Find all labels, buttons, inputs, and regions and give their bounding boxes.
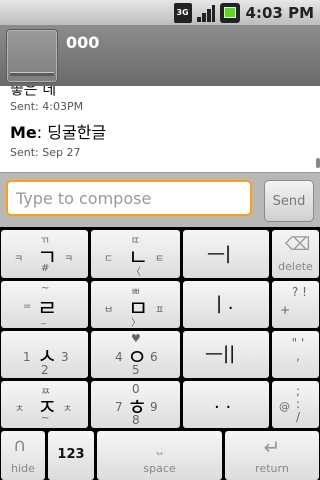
message-list[interactable]: 좋은 데 Sent: 4:03PM Me: 딩굴한글 Sent: Sep 27 (0, 86, 320, 172)
delete-label: delete (278, 260, 313, 273)
key-vowel-eu-ii[interactable]: —|| (183, 331, 269, 378)
key-space[interactable]: ⎵ space (97, 431, 222, 480)
return-label: return (255, 462, 289, 475)
hide-icon: ∩ (13, 435, 27, 456)
key-left: ㅊ (15, 404, 25, 415)
key-left: = (23, 301, 32, 312)
key-delete[interactable]: ⌫ delete (272, 230, 319, 278)
key-bottom: ~ (41, 413, 50, 424)
key-hieut[interactable]: 0 7 ㅎ 9 8 (91, 381, 180, 428)
conversation-header: 000 (0, 25, 320, 86)
key-nieun[interactable]: ㄸ ㄷ ㄴ ㅌ 〈 (91, 230, 180, 278)
key-right: 6 (150, 350, 158, 364)
key-left: 1 (23, 350, 31, 364)
key-ieung[interactable]: ♥ 4 ㅇ 6 5 (91, 331, 180, 378)
key-right: 9 (150, 400, 158, 414)
key-punct-question[interactable]: ? ! + (272, 281, 319, 328)
hide-label: hide (11, 462, 35, 475)
key-bottom: 〈 (131, 267, 141, 278)
key-main: ; : / (296, 384, 301, 424)
send-button[interactable]: Send (264, 180, 314, 222)
key-left: 7 (115, 400, 123, 414)
battery-icon (219, 2, 240, 23)
key-giyeok[interactable]: ㄲ ㅋ ㄱ ㅋ # (1, 230, 88, 278)
signal-icon (196, 3, 216, 23)
key-right: ㅌ (155, 254, 165, 265)
key-vowel-i-dot[interactable]: | . (183, 281, 269, 328)
key-vowel-eu-i[interactable]: —| (183, 230, 269, 278)
key-bottom: # (41, 263, 50, 274)
key-punct-quote[interactable]: " ' , (272, 331, 319, 378)
message-sender: Me (10, 123, 37, 142)
key-123[interactable]: 123 (48, 431, 94, 480)
key-right: ㅊ (63, 404, 73, 415)
key-bottom: 5 (132, 363, 140, 377)
space-label: space (143, 462, 176, 475)
contact-avatar[interactable] (6, 29, 58, 83)
key-left: ㅋ (14, 254, 24, 265)
message-text: 좋은 데 (10, 86, 57, 98)
keyboard: ㄲ ㅋ ㄱ ㅋ # ㄸ ㄷ ㄴ ㅌ 〈 —| ⌫ delete ~ = ㄹ _ … (0, 228, 320, 480)
3g-icon: 3G (173, 2, 192, 23)
key-left: @ (279, 400, 290, 413)
key-main: —|| (205, 343, 236, 364)
message-item[interactable]: Me: 딩굴한글 (10, 119, 106, 143)
key-right: ㅍ (155, 305, 165, 316)
num-label: 123 (57, 447, 85, 462)
contact-name: 000 (66, 33, 100, 52)
key-main: —| (207, 243, 232, 264)
key-main: " ' , (291, 336, 305, 363)
key-left: ㅂ (104, 305, 114, 316)
key-left: ㄷ (104, 254, 114, 265)
key-rieul[interactable]: ~ = ㄹ _ (1, 281, 88, 328)
key-hide[interactable]: ∩ hide (1, 431, 45, 480)
key-right: 3 (61, 350, 69, 364)
key-left: 4 (115, 350, 123, 364)
sender-colon: : (36, 123, 48, 142)
key-vowel-dots[interactable]: . . (183, 381, 269, 428)
key-bottom: 〉 (131, 318, 141, 328)
key-siot[interactable]: 1 ㅅ 3 2 (1, 331, 88, 378)
key-bottom: 2 (41, 363, 49, 377)
message-text: 딩굴한글 (47, 123, 107, 142)
status-bar: 3G 4:03 PM (0, 0, 320, 25)
key-jieut[interactable]: ㅉ ㅊ ㅈ ㅊ ~ (1, 381, 88, 428)
key-right: ㅋ (64, 254, 74, 265)
compose-bar: Type to compose Send (0, 172, 320, 227)
key-punct-slash[interactable]: ; : / @ (272, 381, 319, 428)
delete-icon: ⌫ (285, 234, 311, 255)
message-timestamp: Sent: 4:03PM (10, 100, 84, 113)
message-timestamp: Sent: Sep 27 (10, 146, 81, 159)
key-mieum[interactable]: ㅃ ㅂ ㅁ ㅍ 〉 (91, 281, 180, 328)
key-main: ? ! (292, 285, 307, 299)
key-bottom: _ (41, 314, 46, 325)
key-left: + (280, 303, 291, 317)
space-icon: ⎵ (156, 439, 163, 455)
key-bottom: 8 (132, 413, 140, 427)
key-main: . . (214, 392, 232, 413)
scrollbar[interactable] (316, 158, 320, 168)
key-main: | . (216, 293, 234, 314)
compose-input[interactable]: Type to compose (6, 180, 252, 216)
key-return[interactable]: ↵ return (225, 431, 319, 480)
status-time: 4:03 PM (245, 3, 314, 22)
return-icon: ↵ (263, 435, 281, 459)
